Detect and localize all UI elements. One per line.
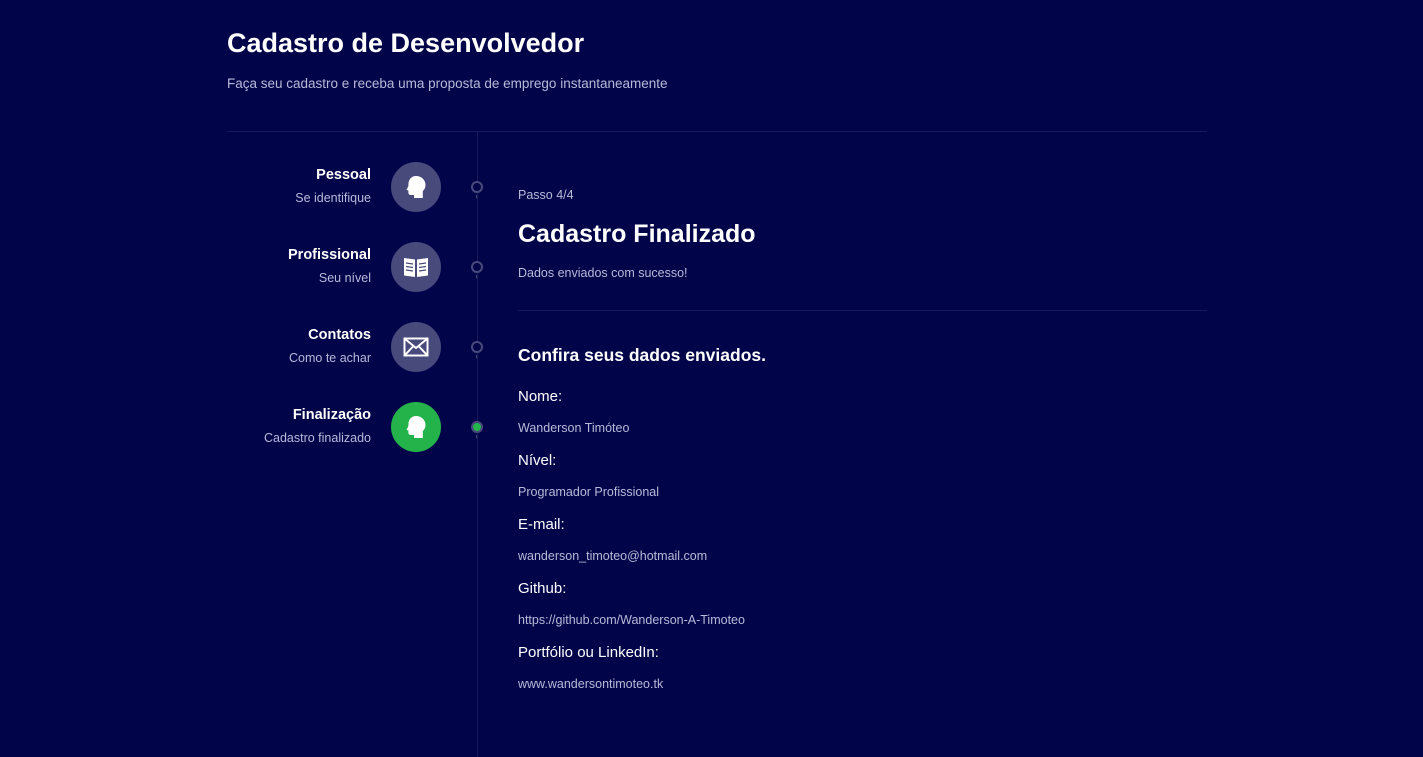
step-subtitle: Cadastro finalizado	[263, 431, 371, 445]
timeline-tick	[476, 435, 477, 438]
step-title: Pessoal	[316, 167, 371, 183]
step-subtitle: Como te achar	[289, 351, 371, 365]
step-indicator-dot	[471, 421, 483, 433]
field-value: Programador Profissional	[518, 485, 660, 499]
step-title: Profissional	[288, 247, 371, 263]
step-title: Contatos	[308, 327, 371, 343]
step-text: Pessoal Se identifique	[295, 166, 371, 206]
step-text: Profissional Seu nível	[288, 246, 371, 286]
field-label: E-mail:	[518, 516, 565, 533]
step-indicator-dot	[471, 261, 483, 273]
field-label: Nível:	[518, 452, 557, 469]
page-title: Cadastro de Desenvolvedor	[227, 28, 585, 58]
field-label: Portfólio ou LinkedIn:	[518, 644, 659, 661]
summary-title: Confira seus dados enviados.	[518, 345, 766, 365]
page-header: Cadastro de Desenvolvedor Faça seu cadas…	[227, 26, 1207, 93]
step-profissional[interactable]: Profissional Seu nível	[227, 242, 483, 292]
content-divider	[518, 310, 1207, 311]
page-container: Cadastro de Desenvolvedor Faça seu cadas…	[227, 0, 1207, 757]
field-portfolio: Portfólio ou LinkedIn: www.wandersontimo…	[518, 644, 1207, 692]
field-value: www.wandersontimoteo.tk	[518, 677, 664, 691]
field-nivel: Nível: Programador Profissional	[518, 452, 1207, 500]
timeline-tick	[476, 275, 477, 278]
step-text: Finalização Cadastro finalizado	[264, 406, 371, 446]
step-finalizacao[interactable]: Finalização Cadastro finalizado	[227, 402, 483, 452]
field-value: Wanderson Timóteo	[518, 421, 630, 435]
content-description: Dados enviados com sucesso!	[518, 266, 688, 280]
page-subtitle: Faça seu cadastro e receba uma proposta …	[227, 76, 668, 91]
step-contatos[interactable]: Contatos Como te achar	[227, 322, 483, 372]
field-nome: Nome: Wanderson Timóteo	[518, 388, 1207, 436]
field-value: wanderson_timoteo@hotmail.com	[518, 549, 708, 563]
field-label: Github:	[518, 580, 567, 597]
content-title: Cadastro Finalizado	[518, 220, 756, 248]
timeline-tick	[476, 355, 477, 358]
step-text: Contatos Como te achar	[289, 326, 371, 366]
profile-head-icon	[391, 402, 441, 452]
field-email: E-mail: wanderson_timoteo@hotmail.com	[518, 516, 1207, 564]
book-icon	[391, 242, 441, 292]
step-title: Finalização	[292, 407, 371, 423]
timeline-tick	[476, 195, 477, 198]
field-label: Nome:	[518, 388, 563, 405]
step-pessoal[interactable]: Pessoal Se identifique	[227, 162, 483, 212]
profile-head-icon	[391, 162, 441, 212]
field-value: https://github.com/Wanderson-A-Timoteo	[518, 613, 745, 627]
steps-sidebar: Pessoal Se identifique Profissional Seu …	[227, 132, 483, 757]
step-subtitle: Se identifique	[295, 191, 371, 205]
step-counter: Passo 4/4	[518, 188, 574, 202]
step-indicator-dot	[471, 341, 483, 353]
step-subtitle: Seu nível	[318, 271, 371, 285]
step-indicator-dot	[471, 181, 483, 193]
envelope-icon	[391, 322, 441, 372]
field-github: Github: https://github.com/Wanderson-A-T…	[518, 580, 1207, 628]
